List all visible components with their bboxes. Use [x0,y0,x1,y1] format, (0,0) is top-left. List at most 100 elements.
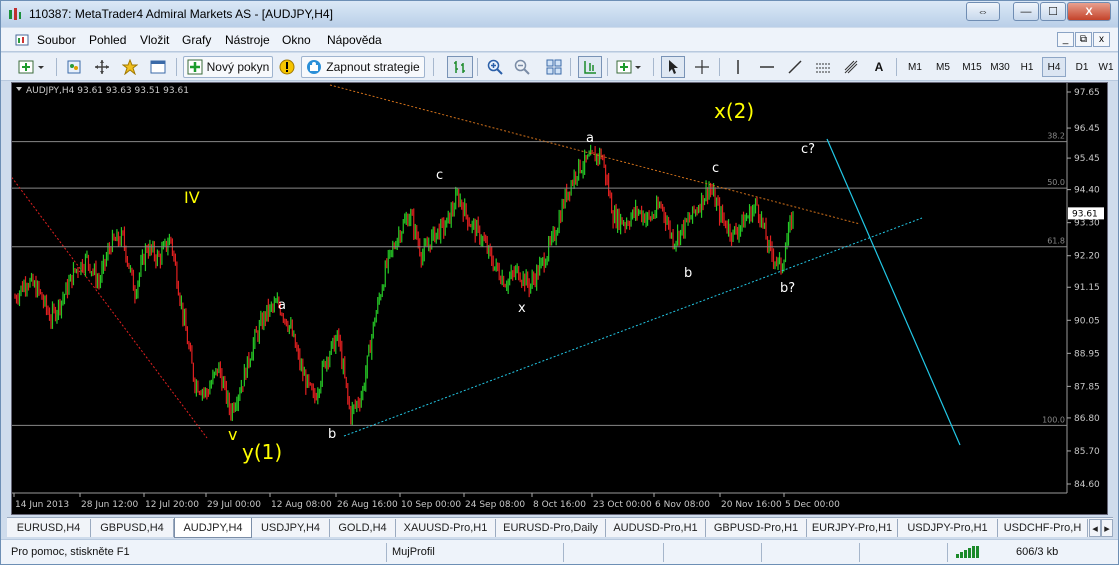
new-chart-button[interactable] [15,56,49,78]
tab-eurjpy-pro-h1[interactable]: EURJPY-Pro,H1 [807,519,898,537]
timeframe-h1[interactable]: H1 [1015,57,1039,77]
zoom-out-button[interactable] [511,56,533,78]
horizontal-line-button[interactable] [756,56,778,78]
fibonacci-icon [844,60,858,74]
mdi-minimize-button[interactable]: _ [1057,32,1074,47]
zoom-in-button[interactable] [484,56,506,78]
tab-audjpy-h4[interactable]: AUDJPY,H4 [174,518,252,538]
timeframe-h4[interactable]: H4 [1042,57,1066,77]
tabs-scroll-left[interactable]: ◂ [1089,519,1101,537]
tab-usdjpy-h4[interactable]: USDJPY,H4 [252,519,330,537]
wave-label: x [518,301,526,316]
indicators-button[interactable] [614,56,646,78]
close-button[interactable]: X [1067,2,1111,21]
menu-vlozit[interactable]: Vložit [140,33,169,47]
time-tick-label: 6 Nov 08:00 [655,500,710,510]
minimize-button[interactable]: — [1013,2,1039,21]
trendline-orange [329,84,861,225]
time-tick-label: 24 Sep 08:00 [465,500,525,510]
fibonacci-button[interactable] [840,56,862,78]
timeframe-m1[interactable]: M1 [903,57,927,77]
trendline-button[interactable] [784,56,806,78]
price-tick-label: 91.15 [1074,283,1100,293]
price-tick-label: 87.85 [1074,382,1100,392]
time-tick-label: 26 Aug 16:00 [337,500,398,510]
autotrading-button[interactable]: Zapnout strategie [301,56,425,78]
profiles-button[interactable] [63,56,85,78]
switch-window-button[interactable]: ⇔ [966,2,1000,21]
toolbar-separator [570,58,571,76]
menu-pohled[interactable]: Pohled [89,33,126,47]
cursor-tool-button[interactable] [661,56,685,78]
mdi-restore-button[interactable]: ⧉ [1075,32,1092,47]
bar-chart-button[interactable] [447,56,473,78]
app-window: 110387: MetaTrader4 Admiral Markets AS -… [0,0,1119,565]
tab-gbpusd-h4[interactable]: GBPUSD,H4 [91,519,174,537]
tile-windows-button[interactable] [542,56,566,78]
wave-label: x(2) [714,99,754,123]
time-tick-label: 10 Sep 00:00 [401,500,461,510]
timeframe-w1[interactable]: W1 [1096,57,1116,77]
crosshair-tool-button[interactable] [691,56,713,78]
price-chart[interactable]: 97.65 96.45 95.45 94.40 93.30 92.20 91.15 90.05… [12,83,1107,514]
price-tick-label: 94.40 [1074,186,1100,196]
time-tick-label: 20 Nov 16:00 [721,500,782,510]
time-tick-label: 8 Oct 16:00 [533,500,586,510]
tab-xauusd-pro-h1[interactable]: XAUUSD-Pro,H1 [396,519,496,537]
wave-label: c [436,168,443,183]
tabs-scroll-right[interactable]: ▸ [1101,519,1113,537]
menu-nastroje[interactable]: Nástroje [225,33,270,47]
autoscroll-icon [584,61,596,74]
new-chart-icon [18,60,44,74]
new-order-button[interactable]: Nový pokyn [183,56,273,78]
mdi-close-button[interactable]: x [1093,32,1110,47]
metatrader-icon [9,8,21,20]
terminal-button[interactable] [147,56,169,78]
timeframe-m15[interactable]: M15 [958,57,986,77]
wave-label: a [586,131,594,146]
channel-button[interactable] [812,56,834,78]
metaeditor-button[interactable] [277,56,297,78]
menu-okno[interactable]: Okno [282,33,311,47]
zoom-out-icon [514,59,530,75]
time-tick-label: 23 Oct 00:00 [593,500,652,510]
tab-gbpusd-pro-h1[interactable]: GBPUSD-Pro,H1 [706,519,807,537]
text-tool-button[interactable]: A [868,56,890,78]
favorites-button[interactable] [119,56,141,78]
timeframe-m30[interactable]: M30 [987,57,1013,77]
wave-label: b [328,427,336,442]
timeframe-d1[interactable]: D1 [1070,57,1094,77]
chart-window[interactable]: 97.65 96.45 95.45 94.40 93.30 92.20 91.15 90.05… [11,82,1108,515]
time-tick-label: 29 Jul 00:00 [207,500,261,510]
maximize-button[interactable]: ☐ [1040,2,1066,21]
tab-usdchf-pro-h[interactable]: USDCHF-Pro,H [998,519,1088,537]
autoscroll-button[interactable] [578,56,602,78]
menu-bar: Soubor Pohled Vložit Grafy Nástroje Okno… [1,28,1118,52]
zoom-in-icon [487,59,503,75]
tab-eurusd-h4[interactable]: EURUSD,H4 [7,519,91,537]
chart-menu-arrow-icon [16,87,22,91]
wave-label: c? [801,142,815,157]
price-tick-label: 84.60 [1074,480,1100,490]
tab-audusd-pro-h1[interactable]: AUDUSD-Pro,H1 [606,519,706,537]
title-bar: 110387: MetaTrader4 Admiral Markets AS -… [1,1,1118,27]
fib-level-label: 38.2 [1047,132,1065,141]
status-profile: MujProfil [392,546,435,558]
star-icon [122,59,138,75]
chart-header: AUDJPY,H4 93.61 93.63 93.51 93.61 [26,86,189,96]
fib-level-label: 61.8 [1047,237,1065,246]
tab-eurusd-pro-daily[interactable]: EURUSD-Pro,Daily [496,519,606,537]
menu-soubor[interactable]: Soubor [37,33,76,47]
tab-gold-h4[interactable]: GOLD,H4 [330,519,396,537]
timeframe-m5[interactable]: M5 [931,57,955,77]
vertical-line-button[interactable] [727,56,749,78]
price-tick-label: 92.20 [1074,252,1100,262]
tab-usdjpy-pro-h1[interactable]: USDJPY-Pro,H1 [898,519,998,537]
status-divider [947,543,948,562]
menu-napoveda[interactable]: Nápověda [327,33,382,47]
status-divider [761,543,762,562]
menu-grafy[interactable]: Grafy [182,33,211,47]
price-tick-label: 97.65 [1074,88,1100,98]
trendline-icon [788,60,802,74]
navigator-button[interactable] [91,56,113,78]
